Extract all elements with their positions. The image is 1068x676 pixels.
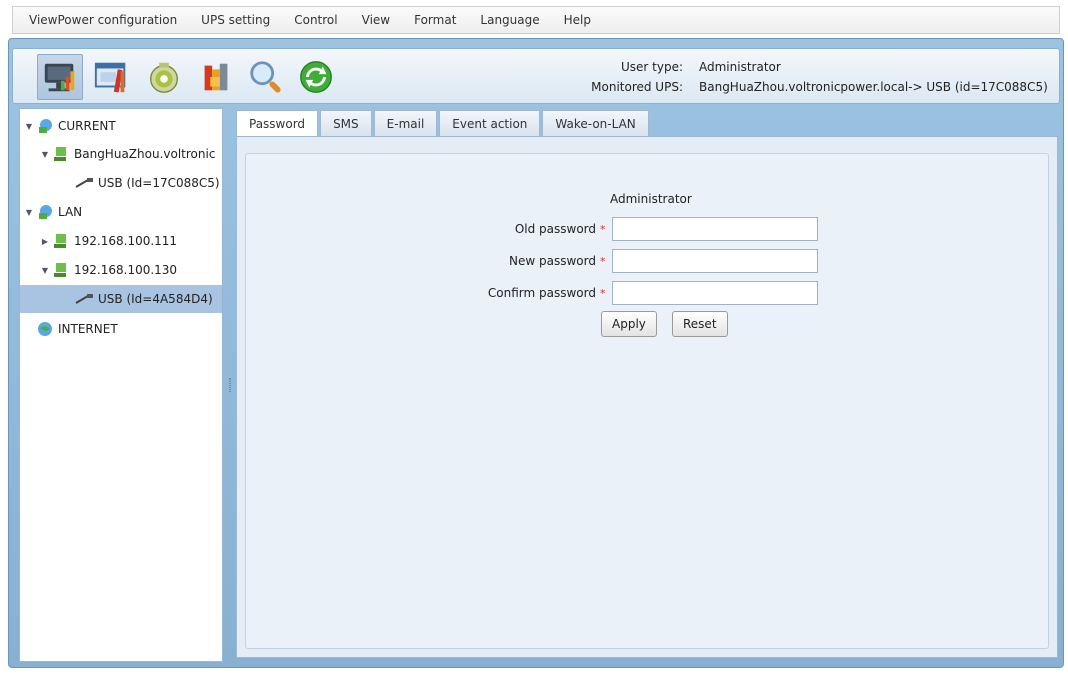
tree-label-current-host: BangHuaZhou.voltronic: [74, 147, 216, 161]
ups-status-button[interactable]: [141, 54, 187, 100]
collapse-arrow-icon[interactable]: ▶: [40, 237, 50, 246]
user-type-value: Administrator: [699, 60, 781, 74]
reset-button[interactable]: Reset: [672, 311, 728, 337]
tab-wake-on-lan[interactable]: Wake-on-LAN: [542, 110, 649, 136]
old-password-label: Old password: [514, 222, 596, 236]
confirm-password-input[interactable]: [612, 281, 818, 305]
tab-password[interactable]: Password: [236, 110, 319, 136]
computer-icon: [54, 234, 66, 248]
password-form-panel: Administrator Old password * New passwor…: [245, 153, 1049, 649]
monitored-ups-value: BangHuaZhou.voltronicpower.local-> USB (…: [699, 80, 1048, 94]
tree-node-lan-usb[interactable]: USB (Id=4A584D4): [20, 285, 222, 313]
globe-icon: [38, 322, 52, 336]
menu-control[interactable]: Control: [294, 13, 337, 27]
menu-format[interactable]: Format: [414, 13, 456, 27]
expand-arrow-icon[interactable]: ▼: [24, 122, 34, 131]
new-password-label: New password: [509, 254, 596, 268]
tree-node-internet[interactable]: INTERNET: [20, 315, 222, 343]
tree-label-lan-host1: 192.168.100.111: [74, 234, 178, 248]
tree-label-lan: LAN: [58, 205, 83, 219]
device-tree: ▼ CURRENT ▼ BangHuaZhou.voltronic USB (I…: [19, 108, 223, 662]
tab-sms[interactable]: SMS: [320, 110, 372, 136]
tree-node-current[interactable]: ▼ CURRENT: [20, 112, 222, 140]
refresh-button[interactable]: [293, 54, 339, 100]
userinfo-labels: User type: Monitored UPS:: [573, 57, 683, 97]
menu-viewpower-configuration[interactable]: ViewPower configuration: [29, 13, 177, 27]
menu-language[interactable]: Language: [480, 13, 539, 27]
monitored-ups-label: Monitored UPS:: [591, 80, 683, 94]
menu-view[interactable]: View: [362, 13, 390, 27]
toolbar: User type: Monitored UPS: Administrator …: [12, 48, 1060, 104]
required-mark: *: [600, 254, 606, 268]
computer-icon: [54, 147, 66, 161]
menu-help[interactable]: Help: [564, 13, 591, 27]
tree-node-lan-host1[interactable]: ▶ 192.168.100.111: [20, 227, 222, 255]
new-password-row: New password *: [446, 248, 818, 274]
configuration-button[interactable]: [89, 54, 135, 100]
content-panel: Administrator Old password * New passwor…: [236, 136, 1058, 658]
tree-label-lan-usb: USB (Id=4A584D4): [98, 292, 213, 306]
computer-icon: [54, 263, 66, 277]
tree-node-lan-host2[interactable]: ▼ 192.168.100.130: [20, 256, 222, 284]
splitter-grip[interactable]: [229, 378, 231, 392]
refresh-icon: [300, 61, 332, 93]
data-log-icon: [204, 63, 228, 91]
monitor-button[interactable]: [37, 54, 83, 100]
menu-ups-setting[interactable]: UPS setting: [201, 13, 270, 27]
required-mark: *: [600, 222, 606, 236]
configuration-icon: [94, 62, 126, 93]
userinfo-values: Administrator BangHuaZhou.voltronicpower…: [699, 57, 1048, 97]
search-icon: [250, 61, 281, 93]
panel-splitter[interactable]: [227, 108, 233, 662]
usb-icon: [75, 178, 93, 188]
tab-email[interactable]: E-mail: [373, 110, 438, 136]
tree-node-lan[interactable]: ▼ LAN: [20, 198, 222, 226]
tree-label-lan-host2: 192.168.100.130: [74, 263, 178, 277]
old-password-row: Old password *: [446, 216, 818, 242]
menu-bar: ViewPower configuration UPS setting Cont…: [12, 6, 1060, 34]
confirm-password-row: Confirm password *: [446, 280, 818, 306]
tab-bar: Password SMS E-mail Event action Wake-on…: [236, 110, 651, 136]
monitor-icon: [44, 63, 75, 92]
section-title: Administrator: [610, 192, 692, 206]
new-password-input[interactable]: [612, 249, 818, 273]
tree-label-current-usb: USB (Id=17C088C5): [98, 176, 220, 190]
usb-icon: [75, 294, 93, 304]
expand-arrow-icon[interactable]: ▼: [24, 208, 34, 217]
confirm-password-label: Confirm password: [487, 286, 596, 300]
required-mark: *: [600, 286, 606, 300]
network-icon: [39, 119, 52, 133]
tree-label-internet: INTERNET: [58, 322, 118, 336]
tree-node-current-host[interactable]: ▼ BangHuaZhou.voltronic: [20, 140, 222, 168]
tree-node-current-usb[interactable]: USB (Id=17C088C5): [20, 169, 222, 197]
data-log-button[interactable]: [193, 54, 239, 100]
network-icon: [39, 205, 52, 219]
tree-label-current: CURRENT: [58, 119, 116, 133]
ups-icon: [149, 62, 179, 93]
search-button[interactable]: [243, 54, 289, 100]
expand-arrow-icon[interactable]: ▼: [40, 266, 50, 275]
expand-arrow-icon[interactable]: ▼: [40, 150, 50, 159]
apply-button[interactable]: Apply: [601, 311, 657, 337]
user-type-label: User type:: [620, 60, 683, 74]
old-password-input[interactable]: [612, 217, 818, 241]
tab-event-action[interactable]: Event action: [439, 110, 541, 136]
